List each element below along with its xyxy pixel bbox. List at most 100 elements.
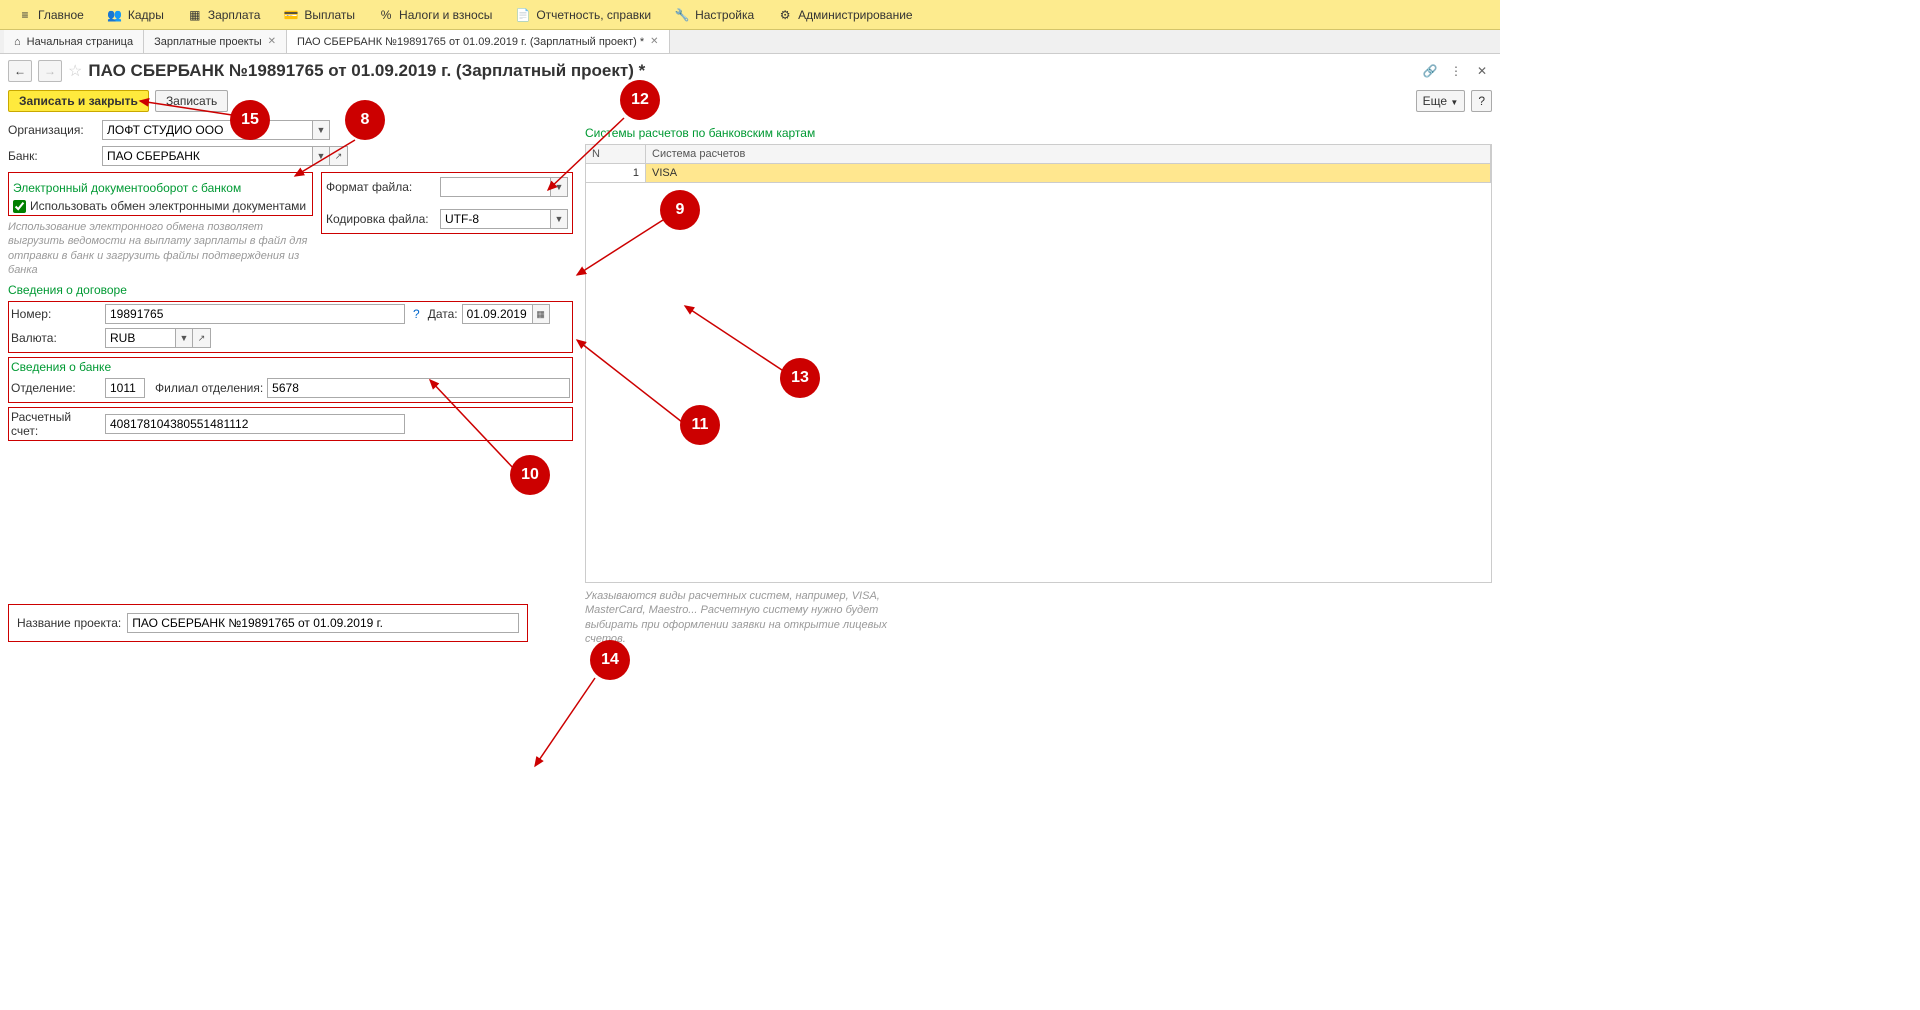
people-icon: 👥 xyxy=(108,8,122,22)
calendar-button[interactable]: ▦ xyxy=(532,304,550,324)
file-encoding-input[interactable] xyxy=(440,209,550,229)
file-encoding-label: Кодировка файла: xyxy=(326,212,436,226)
annotation-12: 12 xyxy=(620,80,660,120)
more-button[interactable]: Еще ▼ xyxy=(1416,90,1466,112)
currency-input[interactable] xyxy=(105,328,175,348)
branch-label: Отделение: xyxy=(11,381,101,395)
tab-projects-label: Зарплатные проекты xyxy=(154,36,262,48)
number-input[interactable] xyxy=(105,304,405,324)
contract-section-title: Сведения о договоре xyxy=(8,283,573,297)
dropdown-button[interactable]: ▼ xyxy=(175,328,193,348)
help-icon[interactable]: ? xyxy=(409,307,424,321)
edo-section-title: Электронный документооборот с банком xyxy=(13,181,308,195)
card-table-row[interactable]: 1 VISA xyxy=(585,164,1492,183)
percent-icon: % xyxy=(379,8,393,22)
help-button[interactable]: ? xyxy=(1471,90,1492,112)
page-title: ПАО СБЕРБАНК №19891765 от 01.09.2019 г. … xyxy=(88,61,645,81)
dropdown-button[interactable]: ▼ xyxy=(550,209,568,229)
dropdown-button[interactable]: ▼ xyxy=(312,146,330,166)
date-input[interactable] xyxy=(462,304,532,324)
menu-taxes-label: Налоги и взносы xyxy=(399,8,492,22)
document-icon: 📄 xyxy=(516,8,530,22)
close-icon[interactable]: ✕ xyxy=(650,36,658,47)
project-name-input[interactable] xyxy=(127,613,519,633)
forward-button[interactable]: → xyxy=(38,60,62,82)
more-label: Еще xyxy=(1423,94,1447,108)
toolbar: Записать и закрыть Записать Еще ▼ ? xyxy=(0,88,1500,120)
annotation-10: 10 xyxy=(510,455,550,495)
home-icon: ⌂ xyxy=(14,36,21,48)
menu-settings[interactable]: 🔧 Настройка xyxy=(665,4,764,26)
file-format-label: Формат файла: xyxy=(326,180,436,194)
branch-filial-input[interactable] xyxy=(267,378,570,398)
annotation-9: 9 xyxy=(660,190,700,230)
main-menubar: ≡ Главное 👥 Кадры ▦Зарплата 💳Выплаты % Нало… xyxy=(0,0,1500,30)
use-edo-checkbox[interactable] xyxy=(13,200,26,213)
tab-home[interactable]: ⌂ Начальная страница xyxy=(4,30,144,53)
favorite-star-icon[interactable]: ☆ xyxy=(68,61,82,81)
wrench-icon: 🔧 xyxy=(675,8,689,22)
branch-input[interactable] xyxy=(105,378,145,398)
bank-input[interactable] xyxy=(102,146,312,166)
open-button[interactable]: ↗ xyxy=(193,328,211,348)
hamburger-icon: ≡ xyxy=(18,8,32,22)
tab-projects[interactable]: Зарплатные проекты ✕ xyxy=(144,30,287,53)
menu-personnel[interactable]: 👥 Кадры xyxy=(98,4,174,26)
link-icon[interactable]: 🔗 xyxy=(1420,61,1440,81)
tabbar: ⌂Начальная страница Зарплатные проекты✕ … xyxy=(0,30,1500,54)
tab-current-label: ПАО СБЕРБАНК №19891765 от 01.09.2019 г. … xyxy=(297,36,644,48)
col-n: N xyxy=(586,145,646,163)
kebab-icon[interactable]: ⋮ xyxy=(1446,61,1466,81)
organization-input[interactable] xyxy=(102,120,312,140)
cell-system: VISA xyxy=(646,164,1491,182)
close-icon[interactable]: ✕ xyxy=(1472,61,1492,81)
branch-filial-label: Филиал отделения: xyxy=(155,381,263,395)
file-format-input[interactable] xyxy=(440,177,550,197)
close-icon[interactable]: ✕ xyxy=(268,36,276,47)
card-hint: Указываются виды расчетных систем, напри… xyxy=(585,589,905,646)
cell-n: 1 xyxy=(586,164,646,182)
annotation-14: 14 xyxy=(590,640,630,680)
date-label: Дата: xyxy=(428,307,458,321)
col-system: Система расчетов xyxy=(646,145,1491,163)
menu-admin[interactable]: ⚙ Администрирование xyxy=(768,4,922,26)
dropdown-button[interactable]: ▼ xyxy=(312,120,330,140)
menu-main[interactable]: ≡ Главное xyxy=(8,4,94,26)
menu-salary-label: Зарплата xyxy=(208,8,261,22)
annotation-8: 8 xyxy=(345,100,385,140)
dropdown-button[interactable]: ▼ xyxy=(550,177,568,197)
card-table-header: N Система расчетов xyxy=(585,144,1492,164)
menu-settings-label: Настройка xyxy=(695,8,754,22)
menu-salary[interactable]: ▦Зарплата xyxy=(178,4,271,26)
open-button[interactable]: ↗ xyxy=(330,146,348,166)
organization-label: Организация: xyxy=(8,123,98,137)
menu-main-label: Главное xyxy=(38,8,84,22)
wallet-icon: 💳 xyxy=(284,8,298,22)
menu-reports[interactable]: 📄 Отчетность, справки xyxy=(506,4,661,26)
card-systems-title: Системы расчетов по банковским картам xyxy=(585,126,1492,140)
save-close-button[interactable]: Записать и закрыть xyxy=(8,90,149,112)
account-input[interactable] xyxy=(105,414,405,434)
project-name-label: Название проекта: xyxy=(17,616,121,630)
save-button[interactable]: Записать xyxy=(155,90,228,112)
tab-home-label: Начальная страница xyxy=(27,36,133,48)
menu-reports-label: Отчетность, справки xyxy=(536,8,651,22)
currency-label: Валюта: xyxy=(11,331,101,345)
menu-payments[interactable]: 💳Выплаты xyxy=(274,4,365,26)
annotation-13: 13 xyxy=(780,358,820,398)
menu-taxes[interactable]: % Налоги и взносы xyxy=(369,4,502,26)
account-label: Расчетный счет: xyxy=(11,410,101,438)
bank-section-title: Сведения о банке xyxy=(11,360,570,374)
gear-icon: ⚙ xyxy=(778,8,792,22)
edo-hint: Использование электронного обмена позвол… xyxy=(8,220,313,277)
back-button[interactable]: ← xyxy=(8,60,32,82)
menu-personnel-label: Кадры xyxy=(128,8,164,22)
card-table-body[interactable] xyxy=(585,183,1492,583)
menu-admin-label: Администрирование xyxy=(798,8,912,22)
annotation-15: 15 xyxy=(230,100,270,140)
annotation-11: 11 xyxy=(680,405,720,445)
use-edo-label: Использовать обмен электронными документ… xyxy=(30,199,306,213)
title-row: ← → ☆ ПАО СБЕРБАНК №19891765 от 01.09.20… xyxy=(0,54,1500,88)
number-label: Номер: xyxy=(11,307,101,321)
tab-current[interactable]: ПАО СБЕРБАНК №19891765 от 01.09.2019 г. … xyxy=(287,30,670,53)
